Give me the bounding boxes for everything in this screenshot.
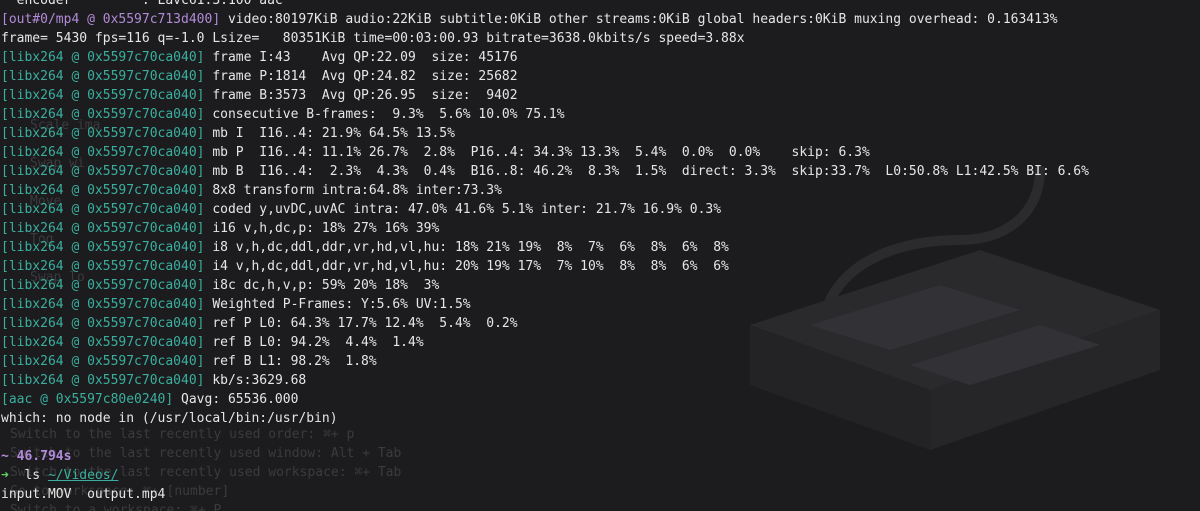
log-tag: [out#0/mp4 @ 0x5597c713d400] [1,12,221,27]
prompt-command: ls [8,468,48,483]
log-text: kb/s:3629.68 [204,373,307,388]
log-tag: [libx264 @ 0x5597c70ca040] [1,278,205,293]
log-line: [libx264 @ 0x5597c70ca040] ref P L0: 64.… [1,314,1200,333]
log-text: mb I I16..4: 21.9% 64.5% 13.5% [204,126,455,141]
log-text: Qavg: 65536.000 [173,392,299,407]
log-text: video:80197KiB audio:22KiB subtitle:0KiB… [220,12,1058,27]
log-line: [libx264 @ 0x5597c70ca040] ref B L1: 98.… [1,352,1200,371]
log-tag: [libx264 @ 0x5597c70ca040] [1,69,205,84]
log-tag: [libx264 @ 0x5597c70ca040] [1,202,205,217]
log-line: [libx264 @ 0x5597c70ca040] mb B I16..4: … [1,162,1200,181]
log-text: coded y,uvDC,uvAC intra: 47.0% 41.6% 5.1… [204,202,722,217]
log-line: [libx264 @ 0x5597c70ca040] mb P I16..4: … [1,143,1200,162]
ls-output: input.MOV output.mp4 [1,487,166,502]
log-text: frame= 5430 fps=116 q=-1.0 Lsize= 80351K… [1,31,745,46]
log-text: frame I:43 Avg QP:22.09 size: 45176 [204,50,518,65]
log-line: [libx264 @ 0x5597c70ca040] i4 v,h,dc,ddl… [1,257,1200,276]
log-line: [libx264 @ 0x5597c70ca040] 8x8 transform… [1,181,1200,200]
hint-line: Switch to a workspace: ⌘+ P [10,503,222,511]
log-text: i4 v,h,dc,ddl,ddr,vr,hd,vl,hu: 20% 19% 1… [204,259,729,274]
log-text: i8 v,h,dc,ddl,ddr,vr,hd,vl,hu: 18% 21% 1… [204,240,729,255]
log-tag: [libx264 @ 0x5597c70ca040] [1,354,205,369]
log-line: [libx264 @ 0x5597c70ca040] Weighted P-Fr… [1,295,1200,314]
log-text: i16 v,h,dc,p: 18% 27% 16% 39% [204,221,440,236]
log-line: [libx264 @ 0x5597c70ca040] consecutive B… [1,105,1200,124]
log-tag: [libx264 @ 0x5597c70ca040] [1,145,205,160]
log-tag: [libx264 @ 0x5597c70ca040] [1,259,205,274]
log-line: frame= 5430 fps=116 q=-1.0 Lsize= 80351K… [1,29,1200,48]
log-line: [libx264 @ 0x5597c70ca040] kb/s:3629.68 [1,371,1200,390]
prompt-arrow-icon: ➜ [1,468,9,483]
log-tag: [libx264 @ 0x5597c70ca040] [1,316,205,331]
terminal-window[interactable]: Scale ima Swap wi Move Tog Swap lo Switc… [0,0,1200,511]
log-text: frame B:3573 Avg QP:26.95 size: 9402 [204,88,518,103]
log-line: [libx264 @ 0x5597c70ca040] frame P:1814 … [1,67,1200,86]
log-line: [libx264 @ 0x5597c70ca040] ref B L0: 94.… [1,333,1200,352]
log-line: which: no node in (/usr/local/bin:/usr/b… [1,409,1200,428]
log-tag: [libx264 @ 0x5597c70ca040] [1,88,205,103]
log-line: [libx264 @ 0x5597c70ca040] frame I:43 Av… [1,48,1200,67]
log-line: [libx264 @ 0x5597c70ca040] coded y,uvDC,… [1,200,1200,219]
log-text: consecutive B-frames: 9.3% 5.6% 10.0% 75… [204,107,565,122]
terminal-output: encoder : Lavc61.3.100 aac [out#0/mp4 @ 0… [1,0,1200,504]
log-tag: [aac @ 0x5597c80e0240] [1,392,174,407]
log-text: ref B L1: 98.2% 1.8% [204,354,377,369]
log-line: [libx264 @ 0x5597c70ca040] frame B:3573 … [1,86,1200,105]
log-tag: [libx264 @ 0x5597c70ca040] [1,297,205,312]
log-tag: [libx264 @ 0x5597c70ca040] [1,373,205,388]
log-tag: [libx264 @ 0x5597c70ca040] [1,126,205,141]
log-tag: [libx264 @ 0x5597c70ca040] [1,240,205,255]
log-line: [libx264 @ 0x5597c70ca040] i8c dc,h,v,p:… [1,276,1200,295]
log-tag: [libx264 @ 0x5597c70ca040] [1,164,205,179]
log-text: Weighted P-Frames: Y:5.6% UV:1.5% [204,297,471,312]
log-line: [libx264 @ 0x5597c70ca040] mb I I16..4: … [1,124,1200,143]
prompt-path-link[interactable]: ~/Videos/ [48,468,118,483]
log-line: [aac @ 0x5597c80e0240] Qavg: 65536.000 [1,390,1200,409]
log-line: encoder : Lavc61.3.100 aac [1,0,1200,10]
command-duration: ~ 46.794s [1,449,72,464]
log-text: ref B L0: 94.2% 4.4% 1.4% [204,335,424,350]
prompt-line[interactable]: ➜ ls ~/Videos/ [1,466,1200,485]
log-tag: [libx264 @ 0x5597c70ca040] [1,183,205,198]
log-tag: [libx264 @ 0x5597c70ca040] [1,107,205,122]
log-text: mb P I16..4: 11.1% 26.7% 2.8% P16..4: 34… [204,145,870,160]
log-tag: [libx264 @ 0x5597c70ca040] [1,335,205,350]
log-text: encoder : Lavc61.3.100 aac [1,0,283,8]
log-text: mb B I16..4: 2.3% 4.3% 0.4% B16..8: 46.2… [204,164,1089,179]
log-text: which: no node in (/usr/local/bin:/usr/b… [1,411,338,426]
log-tag: [libx264 @ 0x5597c70ca040] [1,50,205,65]
log-text: frame P:1814 Avg QP:24.82 size: 25682 [204,69,518,84]
log-text: ref P L0: 64.3% 17.7% 12.4% 5.4% 0.2% [204,316,518,331]
log-line: [out#0/mp4 @ 0x5597c713d400] video:80197… [1,10,1200,29]
log-text: 8x8 transform intra:64.8% inter:73.3% [204,183,502,198]
log-line: [libx264 @ 0x5597c70ca040] i8 v,h,dc,ddl… [1,238,1200,257]
log-line: [libx264 @ 0x5597c70ca040] i16 v,h,dc,p:… [1,219,1200,238]
log-tag: [libx264 @ 0x5597c70ca040] [1,221,205,236]
log-text: i8c dc,h,v,p: 59% 20% 18% 3% [204,278,440,293]
